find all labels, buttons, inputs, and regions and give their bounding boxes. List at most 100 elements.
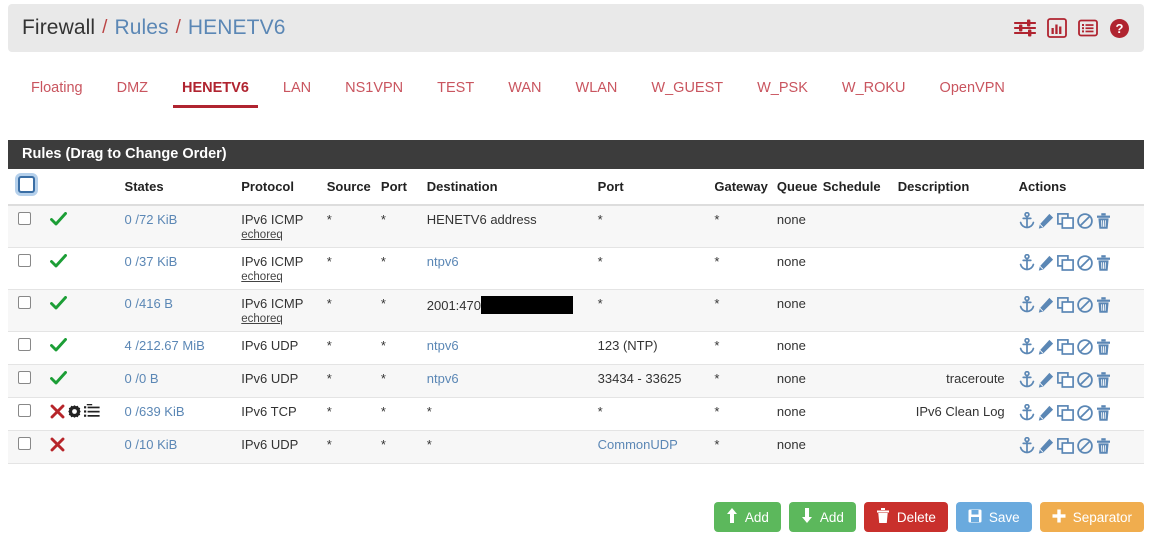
row-select-checkbox[interactable]: [18, 437, 31, 450]
anchor-icon[interactable]: [1019, 403, 1035, 424]
table-row[interactable]: 0 /0 B IPv6 UDP * * ntpv6 33434 - 33625 …: [8, 364, 1144, 398]
copy-icon[interactable]: [1056, 404, 1074, 424]
row-status-cell: [45, 247, 121, 290]
edit-icon[interactable]: [1038, 213, 1054, 232]
tab-lan[interactable]: LAN: [266, 72, 328, 108]
delete-icon[interactable]: [1096, 254, 1111, 274]
delete-icon[interactable]: [1096, 437, 1111, 457]
row-select-checkbox[interactable]: [18, 212, 31, 225]
tab-henetv6[interactable]: HENETV6: [165, 72, 266, 108]
add-rule-top-button[interactable]: Add: [713, 502, 781, 532]
breadcrumb-current-interface[interactable]: HENETV6: [188, 16, 286, 40]
row-dest-port-cell: CommonUDP: [593, 430, 711, 464]
table-row[interactable]: 0 /10 KiB IPv6 UDP * * * CommonUDP * non…: [8, 430, 1144, 464]
table-row[interactable]: 0 /416 B IPv6 ICMP echoreq * * 2001:470 *…: [8, 289, 1144, 332]
disable-icon[interactable]: [1076, 371, 1093, 391]
dest-port-alias-link[interactable]: CommonUDP: [598, 437, 678, 452]
select-all-checkbox[interactable]: [18, 176, 35, 193]
row-dest-port-cell: *: [593, 247, 711, 290]
copy-icon[interactable]: [1056, 338, 1074, 358]
states-link[interactable]: 0 /639 KiB: [125, 404, 185, 419]
status-icon-group: [49, 296, 117, 314]
tab-wan[interactable]: WAN: [491, 72, 558, 108]
row-destination-cell: ntpv6: [422, 247, 594, 290]
add-separator-button[interactable]: Separator: [1039, 502, 1144, 532]
copy-icon[interactable]: [1056, 371, 1074, 391]
protocol-subtype: echoreq: [241, 313, 283, 325]
row-select-checkbox[interactable]: [18, 254, 31, 267]
anchor-icon[interactable]: [1019, 295, 1035, 316]
states-link[interactable]: 0 /37 KiB: [125, 254, 178, 269]
delete-icon[interactable]: [1096, 404, 1111, 424]
delete-icon[interactable]: [1096, 212, 1111, 232]
anchor-icon[interactable]: [1019, 436, 1035, 457]
firewall-rules-page: Firewall / Rules / HENETV6 ? Floating DM…: [0, 0, 1152, 536]
row-protocol-cell: IPv6 ICMP echoreq: [237, 205, 323, 248]
states-link[interactable]: 0 /72 KiB: [125, 212, 178, 227]
row-select-checkbox[interactable]: [18, 296, 31, 309]
add-rule-bottom-button[interactable]: Add: [788, 502, 856, 532]
delete-icon[interactable]: [1096, 296, 1111, 316]
disable-icon[interactable]: [1076, 338, 1093, 358]
destination-alias-link[interactable]: ntpv6: [427, 254, 459, 269]
table-row[interactable]: 0 /72 KiB IPv6 ICMP echoreq * * HENETV6 a…: [8, 205, 1144, 248]
copy-icon[interactable]: [1056, 254, 1074, 274]
table-row[interactable]: 4 /212.67 MiB IPv6 UDP * * ntpv6 123 (NT…: [8, 331, 1144, 365]
table-row[interactable]: 0 /37 KiB IPv6 ICMP echoreq * * ntpv6 * *…: [8, 247, 1144, 290]
tab-floating[interactable]: Floating: [14, 72, 100, 108]
add-rule-top-label: Add: [744, 509, 769, 525]
disable-icon[interactable]: [1076, 296, 1093, 316]
destination-alias-link[interactable]: ntpv6: [427, 338, 459, 353]
tab-dmz[interactable]: DMZ: [100, 72, 165, 108]
states-link[interactable]: 0 /10 KiB: [125, 437, 178, 452]
help-icon[interactable]: ?: [1109, 18, 1130, 39]
disable-icon[interactable]: [1076, 212, 1093, 232]
states-link[interactable]: 0 /416 B: [125, 296, 173, 311]
copy-icon[interactable]: [1056, 296, 1074, 316]
states-link[interactable]: 4 /212.67 MiB: [125, 338, 205, 353]
block-icon: [50, 437, 65, 455]
chart-icon[interactable]: [1047, 18, 1067, 38]
anchor-icon[interactable]: [1019, 337, 1035, 358]
sliders-icon[interactable]: [1014, 18, 1036, 38]
edit-icon[interactable]: [1038, 438, 1054, 457]
tab-openvpn[interactable]: OpenVPN: [923, 72, 1022, 108]
disable-icon[interactable]: [1076, 437, 1093, 457]
edit-icon[interactable]: [1038, 297, 1054, 316]
anchor-icon[interactable]: [1019, 370, 1035, 391]
anchor-icon[interactable]: [1019, 253, 1035, 274]
tab-test[interactable]: TEST: [420, 72, 491, 108]
table-row[interactable]: 0 /639 KiB IPv6 TCP * * * * * none IPv6 …: [8, 397, 1144, 431]
delete-rules-button[interactable]: Delete: [863, 502, 948, 532]
save-button[interactable]: Save: [955, 502, 1032, 532]
breadcrumb-section-rules[interactable]: Rules: [114, 16, 168, 40]
copy-icon[interactable]: [1056, 212, 1074, 232]
edit-icon[interactable]: [1038, 255, 1054, 274]
list-icon[interactable]: [1078, 18, 1098, 38]
disable-icon[interactable]: [1076, 254, 1093, 274]
tab-w-roku[interactable]: W_ROKU: [825, 72, 923, 108]
delete-icon[interactable]: [1096, 338, 1111, 358]
disable-icon[interactable]: [1076, 404, 1093, 424]
row-protocol-cell: IPv6 ICMP echoreq: [237, 247, 323, 290]
tab-w-psk[interactable]: W_PSK: [740, 72, 825, 108]
row-actions-cell: [1014, 430, 1144, 464]
row-actions-cell: [1014, 247, 1144, 290]
delete-icon[interactable]: [1096, 371, 1111, 391]
row-select-checkbox[interactable]: [18, 404, 31, 417]
pass-icon: [49, 296, 67, 314]
anchor-icon[interactable]: [1019, 211, 1035, 232]
tab-wlan[interactable]: WLAN: [559, 72, 635, 108]
copy-icon[interactable]: [1056, 437, 1074, 457]
edit-icon[interactable]: [1038, 405, 1054, 424]
tab-ns1vpn[interactable]: NS1VPN: [328, 72, 420, 108]
row-select-checkbox[interactable]: [18, 371, 31, 384]
row-select-checkbox[interactable]: [18, 338, 31, 351]
row-description-cell: [893, 247, 1015, 290]
edit-icon[interactable]: [1038, 339, 1054, 358]
row-queue-cell: none: [772, 205, 819, 248]
edit-icon[interactable]: [1038, 372, 1054, 391]
states-link[interactable]: 0 /0 B: [125, 371, 159, 386]
tab-w-guest[interactable]: W_GUEST: [634, 72, 740, 108]
destination-alias-link[interactable]: ntpv6: [427, 371, 459, 386]
